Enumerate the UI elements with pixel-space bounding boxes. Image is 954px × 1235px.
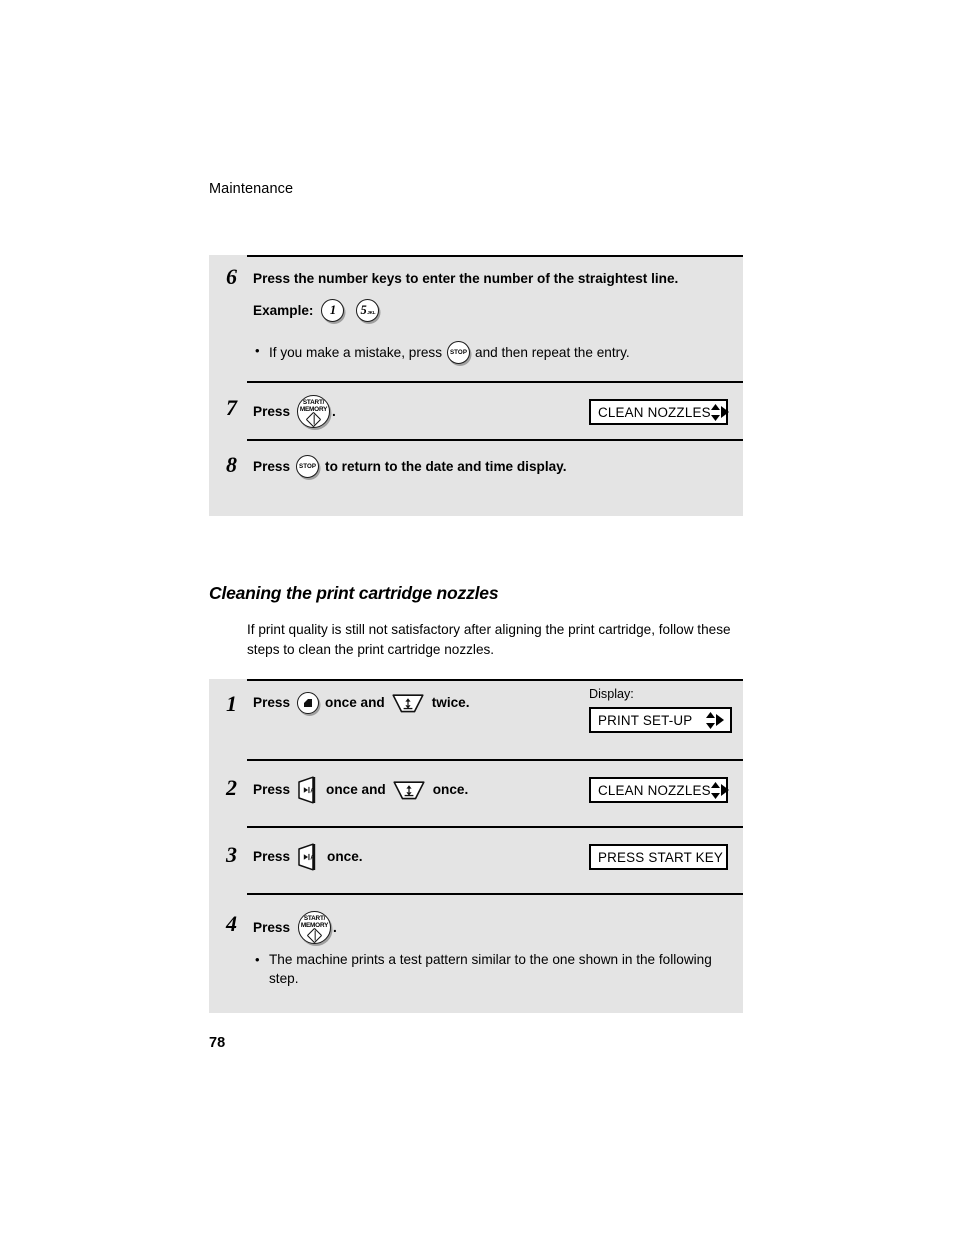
lcd-arrow-group bbox=[710, 781, 729, 799]
right-arrow-icon bbox=[716, 713, 724, 727]
display-label: Display: bbox=[589, 687, 634, 701]
lcd-arrow-group bbox=[706, 711, 724, 729]
page-number: 78 bbox=[209, 1035, 226, 1051]
lcd-text: PRINT SET-UP bbox=[598, 712, 693, 728]
step-6-bullet: • If you make a mistake, press STOP and … bbox=[255, 341, 733, 364]
start-memory-line1: START/ bbox=[303, 914, 326, 922]
step-number: 6 bbox=[226, 264, 237, 289]
step-row-2: 2 Press A once and once. CLEAN NOZZLES bbox=[209, 759, 743, 826]
number-key-1-icon[interactable]: 1 bbox=[321, 299, 345, 322]
lcd-arrow-group bbox=[710, 403, 729, 421]
trailing-punctuation: . bbox=[333, 919, 337, 935]
mid-text: once and bbox=[325, 695, 385, 710]
stop-key-label: STOP bbox=[449, 349, 468, 356]
trailing-punctuation: . bbox=[332, 403, 336, 419]
bullet-text: The machine prints a test pattern simila… bbox=[269, 952, 712, 986]
step-instruction-tail: to return to the date and time display. bbox=[325, 458, 567, 474]
right-arrow-key-icon[interactable]: A bbox=[297, 776, 319, 804]
bullet-dot: • bbox=[255, 343, 260, 358]
function-flag-icon bbox=[304, 699, 313, 707]
step-4-bullet: • The machine prints a test pattern simi… bbox=[255, 950, 717, 988]
lcd-text: PRESS START KEY bbox=[598, 849, 724, 865]
step-divider bbox=[247, 759, 743, 761]
press-label: Press bbox=[253, 782, 291, 797]
lcd-display-clean-nozzles: CLEAN NOZZLES bbox=[589, 777, 729, 803]
step-panel-upper: 6 Press the number keys to enter the num… bbox=[209, 255, 743, 516]
power-diamond-icon bbox=[305, 411, 322, 427]
function-key-icon[interactable] bbox=[297, 692, 320, 714]
running-head: Maintenance bbox=[209, 181, 294, 197]
step-number: 2 bbox=[226, 775, 237, 800]
mid-text: once and bbox=[326, 782, 386, 797]
number-key-5-letters: JKL bbox=[367, 309, 376, 315]
press-label: Press bbox=[253, 919, 291, 935]
step-divider bbox=[247, 893, 743, 895]
press-label: Press bbox=[253, 458, 291, 474]
start-memory-line1: START/ bbox=[302, 398, 325, 406]
down-arrow-key-icon[interactable] bbox=[393, 780, 425, 800]
svg-text:A: A bbox=[310, 855, 315, 861]
svg-text:A: A bbox=[310, 788, 315, 794]
step-panel-lower: 1 Press once and twice. Display: PRINT S… bbox=[209, 679, 743, 1013]
step-number: 8 bbox=[226, 452, 237, 477]
number-key-5-digit: 5 bbox=[360, 303, 367, 318]
end-text: once. bbox=[327, 849, 363, 864]
up-down-arrow-icon bbox=[706, 711, 715, 729]
up-down-arrow-icon bbox=[710, 781, 720, 799]
down-arrow-key-icon[interactable] bbox=[392, 693, 424, 713]
section-paragraph: If print quality is still not satisfacto… bbox=[247, 622, 731, 657]
step-divider bbox=[247, 439, 743, 441]
step-row-7: 7 Press START/ MEMORY . CLEAN NOZZLES bbox=[209, 381, 743, 439]
press-label: Press bbox=[253, 849, 291, 864]
number-key-5-icon[interactable]: 5 JKL bbox=[356, 299, 380, 322]
start-memory-key-icon[interactable]: START/ MEMORY bbox=[298, 911, 332, 944]
stop-key-icon[interactable]: STOP bbox=[296, 455, 320, 478]
press-label: Press bbox=[253, 403, 291, 419]
lcd-text: CLEAN NOZZLES bbox=[598, 782, 711, 798]
step-row-8: 8 Press STOP to return to the date and t… bbox=[209, 439, 743, 516]
step-divider bbox=[247, 381, 743, 383]
step-number: 4 bbox=[226, 911, 237, 936]
step-instruction: Press STOP to return to the date and tim… bbox=[253, 455, 735, 478]
step-instruction-text: Press the number keys to enter the numbe… bbox=[253, 271, 679, 286]
up-down-arrow-icon bbox=[710, 403, 720, 421]
manual-page: Maintenance 6 Press the number keys to e… bbox=[0, 0, 954, 1235]
power-diamond-icon bbox=[306, 927, 323, 943]
stop-key-label: STOP bbox=[298, 462, 317, 470]
step-row-3: 3 Press A once. PRESS START KEY bbox=[209, 826, 743, 893]
step-instruction: Press START/ MEMORY . bbox=[253, 911, 735, 944]
right-arrow-icon bbox=[720, 783, 729, 797]
lcd-display-clean-nozzles: CLEAN NOZZLES bbox=[589, 399, 729, 425]
step-number: 1 bbox=[226, 691, 237, 716]
lcd-display-press-start-key: PRESS START KEY bbox=[589, 844, 728, 870]
lcd-text: CLEAN NOZZLES bbox=[598, 404, 711, 420]
step-instruction: Press the number keys to enter the numbe… bbox=[253, 269, 735, 289]
example-label: Example: bbox=[253, 302, 314, 318]
example-line: Example: 1 5 JKL bbox=[253, 299, 735, 322]
press-label: Press bbox=[253, 695, 291, 710]
stop-key-icon[interactable]: STOP bbox=[447, 341, 471, 364]
step-divider bbox=[247, 255, 743, 257]
bullet-text-before: If you make a mistake, press bbox=[269, 345, 443, 360]
bullet-text-after: and then repeat the entry. bbox=[475, 345, 630, 360]
step-row-1: 1 Press once and twice. Display: PRINT S… bbox=[209, 679, 743, 759]
bullet-dot: • bbox=[255, 952, 260, 967]
lcd-display-print-setup: PRINT SET-UP bbox=[589, 707, 732, 733]
right-arrow-icon bbox=[720, 405, 729, 419]
end-text: once. bbox=[432, 782, 469, 797]
start-memory-key-icon[interactable]: START/ MEMORY bbox=[297, 395, 331, 428]
step-divider bbox=[247, 826, 743, 828]
step-number: 7 bbox=[226, 395, 237, 420]
step-divider bbox=[247, 679, 743, 681]
step-row-4: 4 Press START/ MEMORY . • The machine pr… bbox=[209, 893, 743, 1013]
number-key-1-digit: 1 bbox=[329, 303, 337, 318]
step-number: 3 bbox=[226, 842, 237, 867]
end-text: twice. bbox=[431, 695, 470, 710]
section-heading: Cleaning the print cartridge nozzles bbox=[209, 583, 499, 603]
right-arrow-key-icon[interactable]: A bbox=[297, 843, 319, 871]
